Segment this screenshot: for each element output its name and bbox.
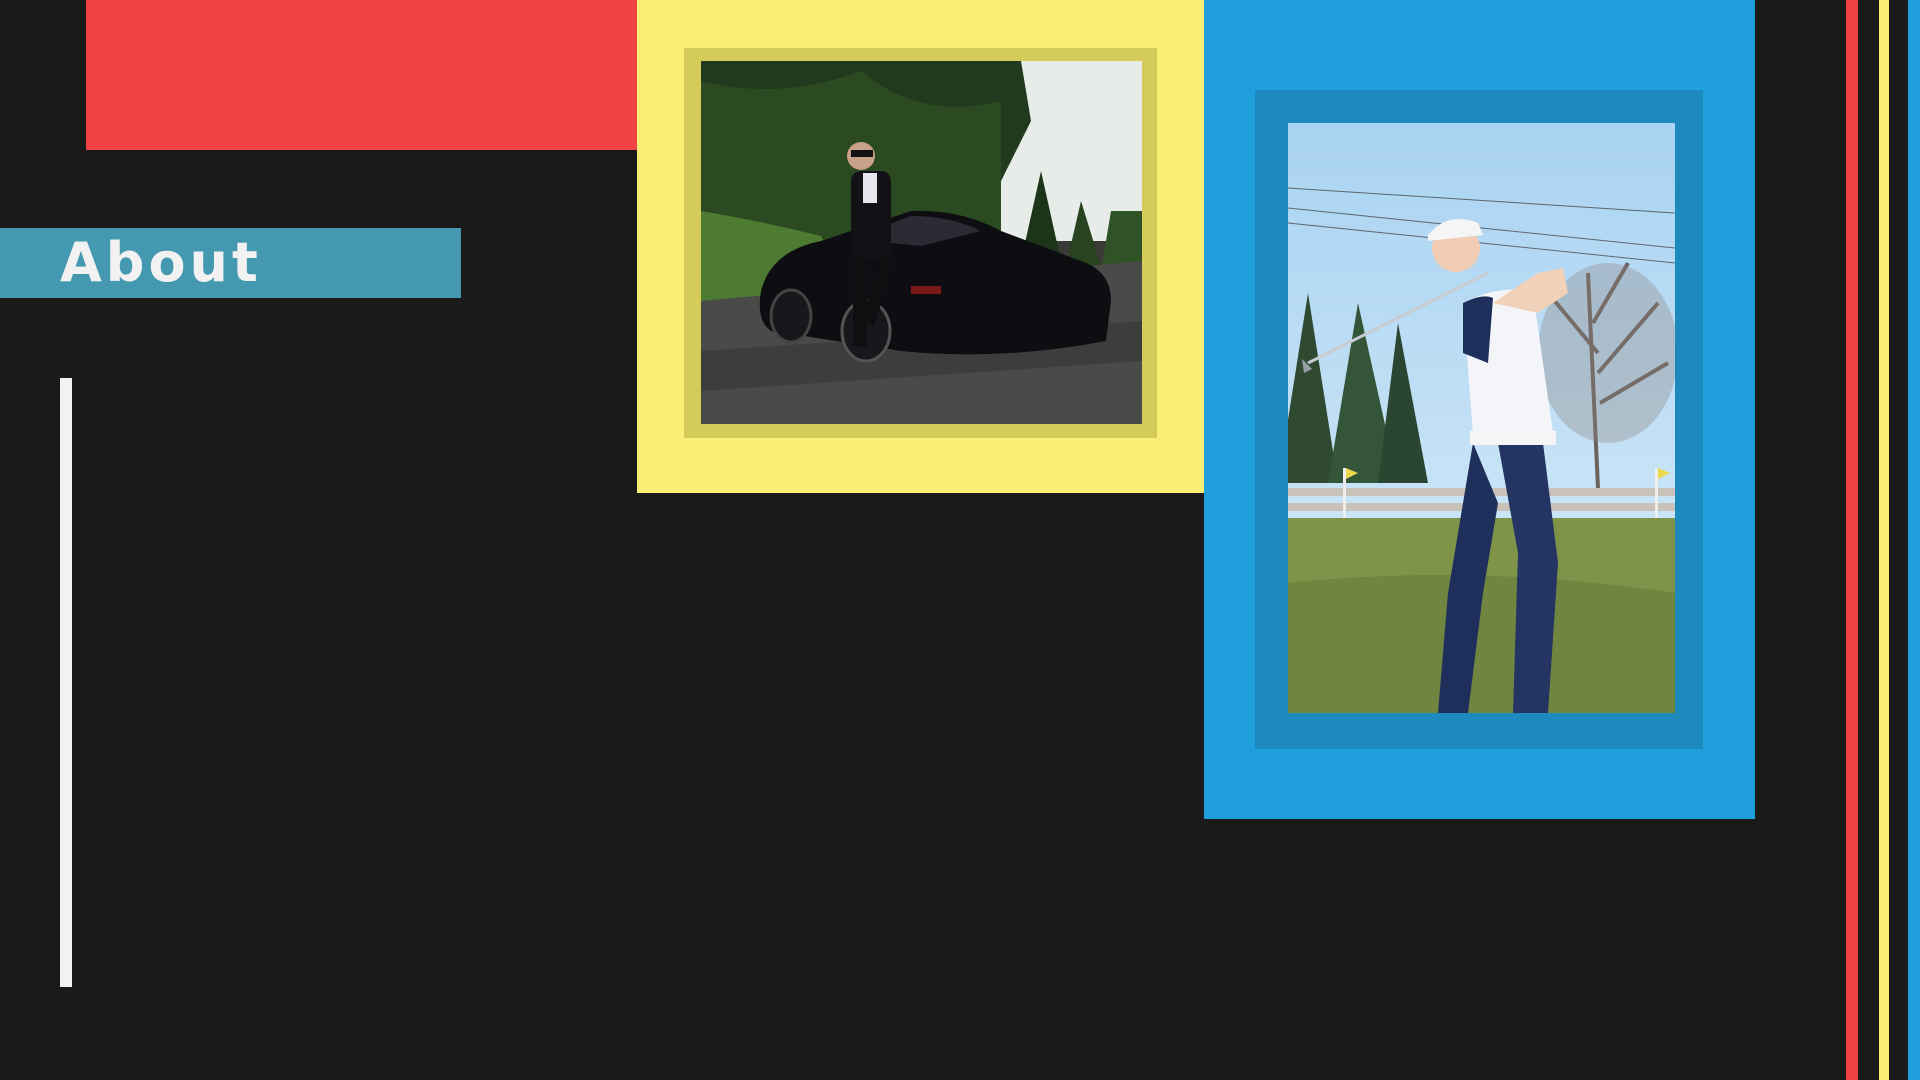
- red-stripe: [1846, 0, 1858, 1080]
- yellow-stripe: [1879, 0, 1889, 1080]
- car-photo: [701, 61, 1142, 424]
- golf-photo: [1288, 123, 1675, 713]
- blue-stripe: [1908, 0, 1920, 1080]
- slide-title: About: [60, 231, 262, 294]
- red-accent-block: [86, 0, 637, 150]
- title-bar: About: [0, 228, 461, 298]
- vertical-divider: [60, 378, 72, 987]
